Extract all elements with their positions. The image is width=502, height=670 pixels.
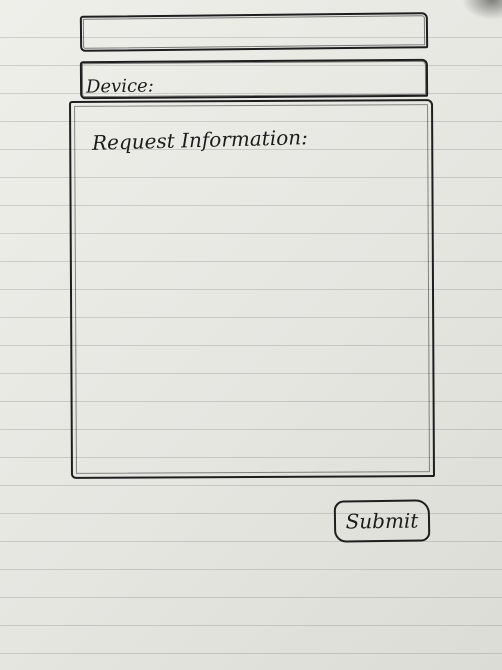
request-information-textarea[interactable] <box>69 99 435 479</box>
submit-button-label: Submit <box>345 508 419 534</box>
device-label: Device: <box>85 75 154 98</box>
notebook-paper: Device: Request Information: Submit <box>0 0 502 670</box>
title-input[interactable] <box>79 12 429 52</box>
submit-button[interactable]: Submit <box>333 499 431 543</box>
paper-shadow <box>462 0 502 20</box>
